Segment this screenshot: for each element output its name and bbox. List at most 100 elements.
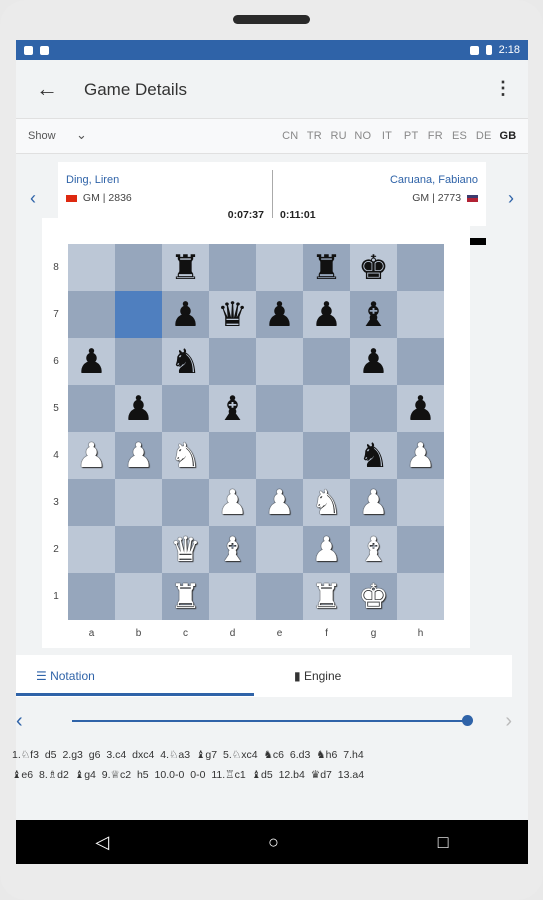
white-pawn-icon[interactable]: ♟ (264, 486, 294, 520)
square-h7[interactable] (397, 291, 444, 338)
square-f5[interactable] (303, 385, 350, 432)
square-g7[interactable]: ♝ (350, 291, 397, 338)
square-b8[interactable] (115, 244, 162, 291)
lang-ru[interactable]: RU (327, 130, 351, 142)
square-c3[interactable] (162, 479, 209, 526)
square-f1[interactable]: ♜ (303, 573, 350, 620)
square-c5[interactable] (162, 385, 209, 432)
white-player-name[interactable]: Ding, Liren (66, 174, 119, 186)
square-g6[interactable]: ♟ (350, 338, 397, 385)
square-a4[interactable]: ♟ (68, 432, 115, 479)
next-game-chevron-icon[interactable]: › (508, 188, 514, 209)
square-g4[interactable]: ♞ (350, 432, 397, 479)
black-queen-icon[interactable]: ♛ (217, 298, 247, 332)
square-a2[interactable] (68, 526, 115, 573)
square-g5[interactable] (350, 385, 397, 432)
square-h2[interactable] (397, 526, 444, 573)
square-c7[interactable]: ♟ (162, 291, 209, 338)
square-f8[interactable]: ♜ (303, 244, 350, 291)
white-pawn-icon[interactable]: ♟ (123, 439, 153, 473)
square-e1[interactable] (256, 573, 303, 620)
black-bishop-icon[interactable]: ♝ (217, 392, 247, 426)
square-f4[interactable] (303, 432, 350, 479)
lang-pt[interactable]: PT (399, 130, 423, 142)
black-bishop-icon[interactable]: ♝ (358, 298, 388, 332)
square-b7[interactable] (115, 291, 162, 338)
square-c6[interactable]: ♞ (162, 338, 209, 385)
square-c2[interactable]: ♛ (162, 526, 209, 573)
square-f6[interactable] (303, 338, 350, 385)
back-triangle-icon[interactable]: ◁ (95, 832, 109, 853)
black-pawn-icon[interactable]: ♟ (264, 298, 294, 332)
prev-game-chevron-icon[interactable]: ‹ (30, 188, 36, 209)
black-player-name[interactable]: Caruana, Fabiano (390, 174, 478, 186)
square-c1[interactable]: ♜ (162, 573, 209, 620)
square-e8[interactable] (256, 244, 303, 291)
square-g2[interactable]: ♝ (350, 526, 397, 573)
white-pawn-icon[interactable]: ♟ (405, 439, 435, 473)
white-knight-icon[interactable]: ♞ (311, 486, 341, 520)
square-a1[interactable] (68, 573, 115, 620)
square-d6[interactable] (209, 338, 256, 385)
black-pawn-icon[interactable]: ♟ (123, 392, 153, 426)
black-pawn-icon[interactable]: ♟ (311, 298, 341, 332)
show-dropdown-label[interactable]: Show (28, 130, 56, 142)
lang-de[interactable]: DE (472, 130, 496, 142)
square-d3[interactable]: ♟ (209, 479, 256, 526)
white-pawn-icon[interactable]: ♟ (311, 533, 341, 567)
white-queen-icon[interactable]: ♛ (170, 533, 200, 567)
black-knight-icon[interactable]: ♞ (170, 345, 200, 379)
white-pawn-icon[interactable]: ♟ (358, 486, 388, 520)
tab-engine[interactable]: ▮ Engine (294, 669, 341, 683)
white-rook-icon[interactable]: ♜ (311, 580, 341, 614)
black-king-icon[interactable]: ♚ (358, 251, 388, 285)
square-a8[interactable] (68, 244, 115, 291)
square-e5[interactable] (256, 385, 303, 432)
square-d2[interactable]: ♝ (209, 526, 256, 573)
lang-fr[interactable]: FR (423, 130, 447, 142)
move-slider-track[interactable] (72, 720, 472, 722)
lang-tr[interactable]: TR (302, 130, 326, 142)
square-b6[interactable] (115, 338, 162, 385)
recents-square-icon[interactable]: □ (438, 832, 449, 853)
back-arrow-icon[interactable]: ← (34, 76, 60, 102)
square-g8[interactable]: ♚ (350, 244, 397, 291)
lang-no[interactable]: NO (351, 130, 375, 142)
home-circle-icon[interactable]: ○ (268, 832, 279, 853)
square-d4[interactable] (209, 432, 256, 479)
white-bishop-icon[interactable]: ♝ (358, 533, 388, 567)
square-h8[interactable] (397, 244, 444, 291)
move-slider-thumb[interactable] (462, 715, 473, 726)
square-f3[interactable]: ♞ (303, 479, 350, 526)
square-c4[interactable]: ♞ (162, 432, 209, 479)
square-b3[interactable] (115, 479, 162, 526)
square-f7[interactable]: ♟ (303, 291, 350, 338)
white-bishop-icon[interactable]: ♝ (217, 533, 247, 567)
square-c8[interactable]: ♜ (162, 244, 209, 291)
square-b4[interactable]: ♟ (115, 432, 162, 479)
square-e2[interactable] (256, 526, 303, 573)
lang-es[interactable]: ES (447, 130, 471, 142)
black-pawn-icon[interactable]: ♟ (405, 392, 435, 426)
square-a7[interactable] (68, 291, 115, 338)
square-g3[interactable]: ♟ (350, 479, 397, 526)
square-e7[interactable]: ♟ (256, 291, 303, 338)
chessboard[interactable]: ♜ ♜ ♚ ♟ ♛ ♟ ♟ ♝ ♟ ♞ ♟ ♟ ♝ ♟ ♟ ♟ ♞ ♞ ♟ ♟ ♟ ♞ ♟ ♛ ♝ ♟ ♝ ♜ ♜ ♚ (68, 244, 444, 620)
square-h3[interactable] (397, 479, 444, 526)
square-b2[interactable] (115, 526, 162, 573)
square-a6[interactable]: ♟ (68, 338, 115, 385)
chevron-down-icon[interactable]: ⌄ (76, 127, 87, 143)
move-line-1[interactable]: 1.♘f3 d5 2.g3 g6 3.c4 dxc4 4.♘a3 ♝g7 5.♘… (12, 745, 508, 765)
white-pawn-icon[interactable]: ♟ (217, 486, 247, 520)
square-b5[interactable]: ♟ (115, 385, 162, 432)
next-move-chevron-icon[interactable]: › (505, 710, 512, 733)
prev-move-chevron-icon[interactable]: ‹ (16, 710, 23, 733)
move-line-2[interactable]: ♝e6 8.♗d2 ♝g4 9.♕c2 h5 10.0-0 0-0 11.♖c1… (12, 765, 508, 785)
white-king-icon[interactable]: ♚ (358, 580, 388, 614)
black-knight-icon[interactable]: ♞ (358, 439, 388, 473)
square-h6[interactable] (397, 338, 444, 385)
white-pawn-icon[interactable]: ♟ (76, 439, 106, 473)
square-e3[interactable]: ♟ (256, 479, 303, 526)
square-d7[interactable]: ♛ (209, 291, 256, 338)
tab-notation[interactable]: ☰ Notation (36, 669, 95, 683)
